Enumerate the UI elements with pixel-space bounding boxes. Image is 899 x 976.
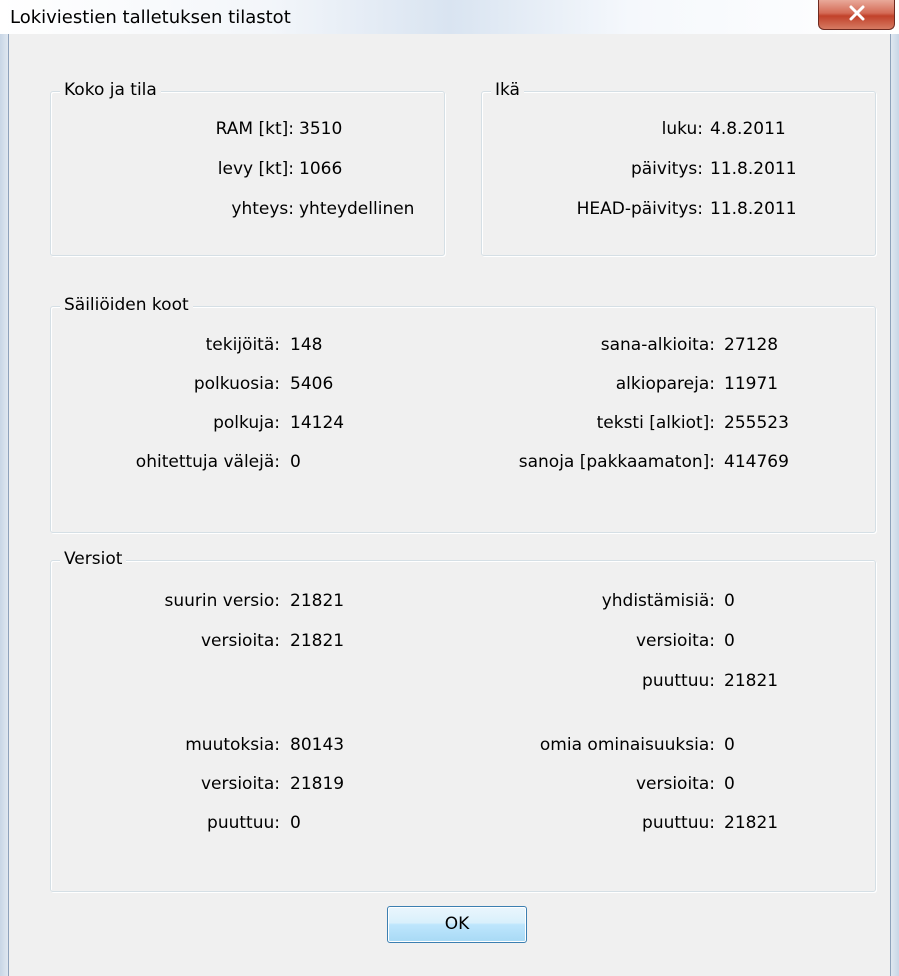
container-row: tekijöitä: 148 sana-alkioita: 27128 xyxy=(51,335,875,359)
field-label: versioita: xyxy=(635,774,715,794)
field-value: 11.8.2011 xyxy=(710,199,797,219)
field-value: 255523 xyxy=(724,413,789,433)
field-label: polkuja: xyxy=(213,413,280,433)
window-frame-right xyxy=(891,34,899,976)
group-caption: Koko ja tila xyxy=(60,80,161,100)
field-value: 0 xyxy=(290,813,301,833)
container-sizes-group: Säiliöiden koot tekijöitä: 148 sana-alki… xyxy=(50,295,876,533)
revision-row: muutoksia: 80143 omia ominaisuuksia: 0 xyxy=(51,735,875,759)
field-label: omia ominaisuuksia: xyxy=(539,735,715,755)
field-value: 21821 xyxy=(290,631,345,651)
field-label: puuttuu: xyxy=(642,671,715,691)
age-group: Ikä luku: 4.8.2011 päivitys: 11.8.2011 H… xyxy=(481,80,876,256)
revision-row: puuttuu: 21821 xyxy=(51,671,875,695)
field-value: 11.8.2011 xyxy=(710,159,797,179)
container-row: polkuosia: 5406 alkiopareja: 11971 xyxy=(51,374,875,398)
field-value: 0 xyxy=(724,774,735,794)
field-label: polkuosia: xyxy=(193,374,280,394)
field-label: versioita: xyxy=(200,774,280,794)
field-label: puuttuu: xyxy=(207,813,280,833)
field-label: RAM [kt]: xyxy=(215,119,294,139)
age-row: päivitys: 11.8.2011 xyxy=(482,159,875,183)
field-label: sana-alkioita: xyxy=(600,335,715,355)
group-caption: Versiot xyxy=(60,549,127,569)
field-value: 80143 xyxy=(290,735,345,755)
field-value: 4.8.2011 xyxy=(710,119,786,139)
field-label: versioita: xyxy=(635,631,715,651)
revision-row: puuttuu: 0 puuttuu: 21821 xyxy=(51,813,875,837)
close-button[interactable] xyxy=(818,0,895,30)
window-frame-left xyxy=(0,34,8,976)
group-caption: Säiliöiden koot xyxy=(60,295,193,315)
field-label: versioita: xyxy=(200,631,280,651)
revisions-group: Versiot suurin versio: 21821 yhdistämisi… xyxy=(50,549,876,892)
field-value: 21819 xyxy=(290,774,345,794)
field-label: luku: xyxy=(661,119,703,139)
field-value: 1066 xyxy=(299,159,343,179)
dialog-client-area: Koko ja tila RAM [kt]: 3510 levy [kt]: 1… xyxy=(8,34,891,976)
age-row: luku: 4.8.2011 xyxy=(482,119,875,143)
field-label: HEAD-päivitys: xyxy=(576,199,703,219)
field-value: 21821 xyxy=(724,813,779,833)
field-label: muutoksia: xyxy=(185,735,280,755)
field-label: suurin versio: xyxy=(164,591,280,611)
close-icon xyxy=(849,5,865,21)
field-value: 0 xyxy=(724,631,735,651)
field-label: alkiopareja: xyxy=(615,374,715,394)
revision-row: suurin versio: 21821 yhdistämisiä: 0 xyxy=(51,591,875,615)
container-row: polkuja: 14124 teksti [alkiot]: 255523 xyxy=(51,413,875,437)
window-title: Lokiviestien talletuksen tilastot xyxy=(10,7,291,28)
field-label: ohitettuja välejä: xyxy=(135,452,280,472)
field-value: 0 xyxy=(724,591,735,611)
field-value: 11971 xyxy=(724,374,779,394)
container-row: ohitettuja välejä: 0 sanoja [pakkaamaton… xyxy=(51,452,875,476)
field-value: 414769 xyxy=(724,452,789,472)
field-value: 0 xyxy=(724,735,735,755)
title-bar[interactable]: Lokiviestien talletuksen tilastot xyxy=(0,0,899,34)
field-value: 0 xyxy=(290,452,301,472)
size-row: yhteys: yhteydellinen xyxy=(51,199,444,223)
field-value: 5406 xyxy=(290,374,334,394)
field-label: yhteys: xyxy=(231,199,294,219)
field-value: 27128 xyxy=(724,335,779,355)
size-row: RAM [kt]: 3510 xyxy=(51,119,444,143)
dialog-window: Lokiviestien talletuksen tilastot Koko j… xyxy=(0,0,899,976)
field-label: tekijöitä: xyxy=(205,335,280,355)
field-value: 21821 xyxy=(724,671,779,691)
field-label: päivitys: xyxy=(630,159,703,179)
group-caption: Ikä xyxy=(491,80,524,100)
field-value: 148 xyxy=(290,335,323,355)
field-value: 14124 xyxy=(290,413,345,433)
field-label: teksti [alkiot]: xyxy=(596,413,715,433)
field-label: sanoja [pakkaamaton]: xyxy=(518,452,715,472)
revision-row: versioita: 21819 versioita: 0 xyxy=(51,774,875,798)
field-label: levy [kt]: xyxy=(217,159,294,179)
field-value: yhteydellinen xyxy=(299,199,415,219)
ok-button[interactable]: OK xyxy=(387,906,527,943)
field-value: 3510 xyxy=(299,119,343,139)
field-label: yhdistämisiä: xyxy=(601,591,715,611)
field-label: puuttuu: xyxy=(642,813,715,833)
revision-row: versioita: 21821 versioita: 0 xyxy=(51,631,875,655)
age-row: HEAD-päivitys: 11.8.2011 xyxy=(482,199,875,223)
field-value: 21821 xyxy=(290,591,345,611)
size-row: levy [kt]: 1066 xyxy=(51,159,444,183)
size-and-state-group: Koko ja tila RAM [kt]: 3510 levy [kt]: 1… xyxy=(50,80,445,256)
